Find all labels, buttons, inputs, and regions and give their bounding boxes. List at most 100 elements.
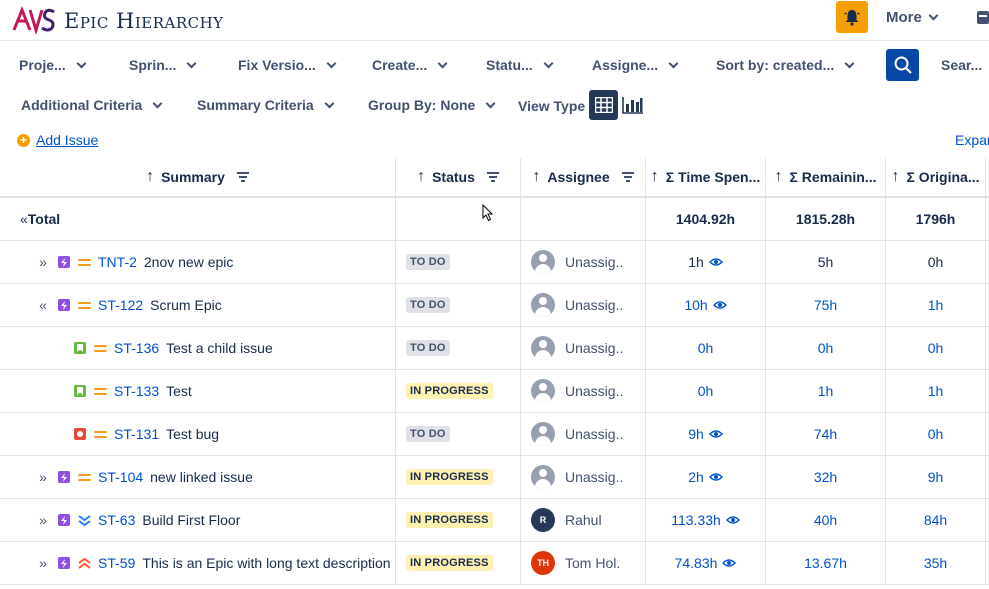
assignee-cell[interactable]: TH Tom Hol.: [521, 542, 646, 584]
add-issue-link[interactable]: Add Issue: [36, 132, 98, 148]
panel-icon[interactable]: [977, 11, 989, 24]
assignee-cell[interactable]: Unassig..: [521, 413, 646, 455]
search-button[interactable]: [886, 49, 919, 81]
time-spent-value[interactable]: 0h: [698, 340, 714, 356]
assignee-cell[interactable]: Unassig..: [521, 456, 646, 498]
original-value[interactable]: 84h: [924, 512, 947, 528]
status-badge[interactable]: TO DO: [406, 340, 450, 356]
table-row[interactable]: » TNT-2 2nov new epic TO DO Unassig.. 1h…: [0, 241, 989, 284]
time-spent-value[interactable]: 9h: [688, 426, 704, 442]
assignee-cell[interactable]: Unassig..: [521, 327, 646, 369]
column-summary[interactable]: ↑ Summary: [0, 158, 396, 196]
remaining-value[interactable]: 75h: [814, 297, 837, 313]
status-badge[interactable]: IN PROGRESS: [406, 469, 493, 485]
group-by-dropdown[interactable]: Group By: None: [368, 97, 496, 113]
notification-button[interactable]: [836, 1, 868, 33]
remaining-value[interactable]: 40h: [814, 512, 837, 528]
assignee-cell[interactable]: Unassig..: [521, 284, 646, 326]
remaining-value[interactable]: 13.67h: [804, 555, 847, 571]
filter-status[interactable]: Statu...: [486, 57, 554, 73]
bar-chart-icon[interactable]: [622, 95, 644, 115]
table-row[interactable]: ST-131 Test bug TO DO Unassig.. 9h 74h 0…: [0, 413, 989, 456]
filter-lines-icon[interactable]: [621, 172, 634, 182]
filter-project[interactable]: Proje...: [19, 57, 87, 73]
issue-key-link[interactable]: ST-133: [114, 383, 159, 399]
status-badge[interactable]: IN PROGRESS: [406, 383, 493, 399]
column-time-spent[interactable]: ↑ Σ Time Spen...: [646, 158, 766, 196]
filter-created[interactable]: Create...: [372, 57, 448, 73]
table-row[interactable]: ST-133 Test IN PROGRESS Unassig.. 0h 1h …: [0, 370, 989, 413]
eye-icon[interactable]: [708, 472, 723, 482]
search-label[interactable]: Sear...: [941, 57, 982, 73]
issue-key-link[interactable]: ST-104: [98, 469, 143, 485]
eye-icon[interactable]: [712, 300, 727, 310]
status-badge[interactable]: TO DO: [406, 297, 450, 313]
filter-lines-icon[interactable]: [236, 172, 249, 182]
remaining-value[interactable]: 0h: [818, 340, 834, 356]
column-assignee[interactable]: ↑ Assignee: [521, 158, 646, 196]
filter-sprint[interactable]: Sprin...: [129, 57, 197, 73]
eye-icon[interactable]: [708, 429, 723, 439]
status-badge[interactable]: TO DO: [406, 254, 450, 270]
status-cell: IN PROGRESS: [396, 456, 521, 498]
time-spent-value[interactable]: 74.83h: [675, 555, 718, 571]
table-row[interactable]: « ST-122 Scrum Epic TO DO Unassig.. 10h …: [0, 284, 989, 327]
expand-toggle[interactable]: »: [36, 555, 50, 571]
table-row[interactable]: » ST-104 new linked issue IN PROGRESS Un…: [0, 456, 989, 499]
status-badge[interactable]: TO DO: [406, 426, 450, 442]
original-value[interactable]: 0h: [928, 340, 944, 356]
collapse-all-toggle[interactable]: «: [20, 211, 28, 227]
filter-additional-criteria[interactable]: Additional Criteria: [21, 97, 163, 113]
issue-key-link[interactable]: ST-131: [114, 426, 159, 442]
expand-toggle[interactable]: »: [36, 469, 50, 485]
filter-lines-icon[interactable]: [486, 172, 499, 182]
time-spent-cell: 0h: [646, 370, 766, 412]
assignee-cell[interactable]: Unassig..: [521, 370, 646, 412]
assignee-cell[interactable]: R Rahul: [521, 499, 646, 541]
original-value[interactable]: 1h: [928, 383, 944, 399]
expand-all-link[interactable]: Expar: [955, 132, 989, 148]
time-spent-value[interactable]: 0h: [698, 383, 714, 399]
original-value[interactable]: 0h: [928, 426, 944, 442]
status-badge[interactable]: IN PROGRESS: [406, 512, 493, 528]
issue-key-link[interactable]: ST-63: [98, 512, 135, 528]
time-spent-value[interactable]: 10h: [684, 297, 707, 313]
issue-key-link[interactable]: ST-122: [98, 297, 143, 313]
filter-assignee[interactable]: Assigne...: [592, 57, 679, 73]
add-issue-button[interactable]: + Add Issue: [17, 132, 98, 148]
remaining-value[interactable]: 74h: [814, 426, 837, 442]
remaining-value[interactable]: 1h: [818, 383, 834, 399]
filter-summary-criteria[interactable]: Summary Criteria: [197, 97, 335, 113]
status-badge[interactable]: IN PROGRESS: [406, 555, 493, 571]
expand-toggle[interactable]: »: [36, 512, 50, 528]
table-row[interactable]: ST-136 Test a child issue TO DO Unassig.…: [0, 327, 989, 370]
column-status[interactable]: ↑ Status: [396, 158, 521, 196]
assignee-cell[interactable]: Unassig..: [521, 241, 646, 283]
eye-icon[interactable]: [722, 558, 737, 568]
original-value[interactable]: 1h: [928, 297, 944, 313]
issue-key-link[interactable]: ST-136: [114, 340, 159, 356]
column-remaining[interactable]: ↑ Σ Remainin...: [766, 158, 886, 196]
time-spent-value[interactable]: 113.33h: [671, 512, 721, 528]
filter-fix-version[interactable]: Fix Versio...: [238, 57, 337, 73]
story-type-icon: [74, 342, 86, 354]
eye-icon[interactable]: [708, 257, 723, 267]
original-value[interactable]: 9h: [928, 469, 944, 485]
time-spent-cell: 1h: [646, 241, 766, 283]
original-cell: 0h: [886, 413, 986, 455]
issue-key-link[interactable]: ST-59: [98, 555, 135, 571]
time-spent-value[interactable]: 2h: [688, 469, 704, 485]
table-row[interactable]: » ST-59 This is an Epic with long text d…: [0, 542, 989, 585]
priority-medium-icon: [94, 344, 107, 352]
issue-key-link[interactable]: TNT-2: [98, 254, 137, 270]
original-value[interactable]: 35h: [924, 555, 947, 571]
expand-toggle[interactable]: «: [36, 297, 50, 313]
eye-icon[interactable]: [725, 515, 740, 525]
expand-toggle[interactable]: »: [36, 254, 50, 270]
more-menu-button[interactable]: More: [886, 9, 939, 26]
column-original[interactable]: ↑ Σ Origina...: [886, 158, 986, 196]
table-row[interactable]: » ST-63 Build First Floor IN PROGRESS R …: [0, 499, 989, 542]
grid-view-button[interactable]: [589, 90, 618, 120]
sort-dropdown[interactable]: Sort by: created...: [716, 57, 855, 73]
remaining-value[interactable]: 32h: [814, 469, 837, 485]
